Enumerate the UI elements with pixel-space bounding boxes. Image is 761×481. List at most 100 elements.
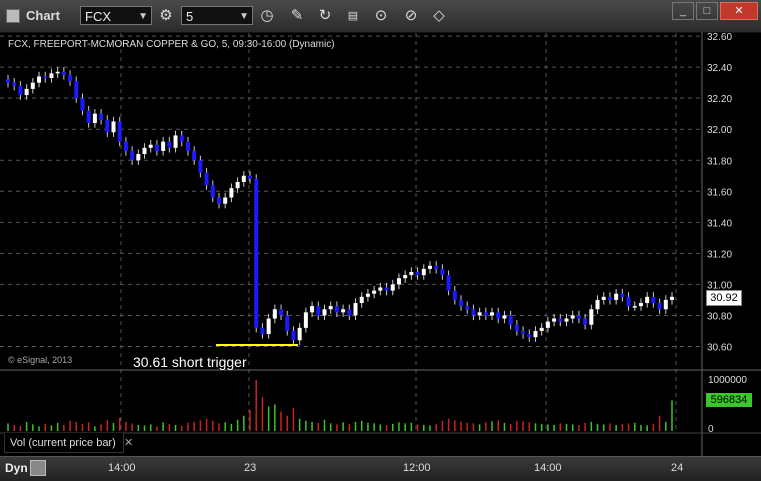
candle-body (663, 299, 668, 310)
cursor-icon[interactable]: ⊙ (370, 5, 392, 27)
candle-body (545, 321, 550, 328)
candle-body (651, 296, 656, 304)
x-tick: 23 (244, 462, 257, 474)
candle-body (607, 296, 612, 300)
candle-body (390, 284, 395, 291)
candle-body (378, 287, 383, 291)
y-tick-label: 32.40 (707, 63, 732, 74)
window-grip-icon[interactable] (6, 9, 20, 23)
y-tick-label: 31.80 (707, 156, 732, 167)
interval-value: 5 (186, 9, 194, 24)
candle-body (235, 181, 240, 189)
y-tick-label: 30.80 (707, 311, 732, 322)
candle-body (229, 188, 234, 198)
candlestick-series (6, 67, 674, 345)
candle-body (260, 327, 265, 335)
candle-body (471, 309, 476, 316)
candle-body (80, 98, 85, 111)
candle-body (303, 312, 308, 328)
candle-body (527, 334, 532, 338)
dyn-toggle-icon[interactable] (30, 460, 46, 476)
candle-body (216, 197, 221, 204)
candle-body (614, 293, 619, 300)
dyn-label: Dyn (5, 461, 28, 475)
symbol-input[interactable]: FCX ▼ (80, 6, 152, 25)
candle-body (434, 265, 439, 269)
candle-body (92, 113, 97, 124)
candle-body (254, 178, 259, 328)
study-label[interactable]: Vol (current price bar) (4, 433, 124, 453)
candle-body (552, 318, 557, 322)
candle-body (459, 299, 464, 307)
candle-body (372, 290, 377, 294)
candle-body (595, 299, 600, 310)
candle-body (440, 268, 445, 276)
candle-body (173, 135, 178, 148)
last-volume-label: 596834 (706, 393, 752, 407)
candle-body (601, 296, 606, 300)
refresh-icon[interactable]: ↻ (314, 5, 336, 27)
pencil-icon[interactable]: ✎ (286, 5, 308, 27)
y-tick-label: 31.40 (707, 218, 732, 229)
candle-body (353, 303, 358, 316)
candle-body (589, 309, 594, 325)
candle-body (123, 141, 128, 151)
candle-body (117, 121, 122, 142)
candle-body (576, 315, 581, 319)
interval-input[interactable]: 5 ▼ (181, 6, 253, 25)
candle-body (564, 318, 569, 322)
symbol-settings-icon[interactable]: ⚙ (155, 5, 177, 27)
candle-body (49, 73, 54, 79)
eraser-icon[interactable]: ◇ (428, 5, 450, 27)
candle-body (514, 324, 519, 331)
minimize-button[interactable]: _ (672, 2, 694, 20)
candle-body (204, 172, 209, 186)
candle-body (415, 271, 420, 276)
candle-body (30, 82, 35, 89)
candle-body (86, 110, 91, 124)
x-tick: 24 (671, 462, 684, 474)
volume-axis-max: 1000000 (708, 375, 747, 386)
candle-body (446, 275, 451, 291)
candle-body (167, 141, 172, 148)
candle-body (24, 88, 29, 96)
candle-body (645, 296, 650, 304)
maximize-button[interactable]: □ (696, 2, 718, 20)
close-study-icon[interactable]: ✕ (124, 436, 133, 449)
y-tick-label: 30.60 (707, 342, 732, 353)
clock-icon[interactable]: ◷ (256, 5, 278, 27)
candle-body (142, 147, 147, 155)
candle-body (452, 290, 457, 300)
candle-body (502, 315, 507, 319)
study-icon[interactable]: ▤ (342, 5, 364, 27)
close-button[interactable]: ✕ (720, 2, 758, 20)
candle-body (365, 293, 370, 297)
trigger-annotation: 30.61 short trigger (133, 354, 247, 370)
y-tick-label: 31.60 (707, 187, 732, 198)
y-tick-label: 32.20 (707, 94, 732, 105)
candle-body (477, 312, 482, 316)
candle-body (185, 141, 190, 151)
candle-body (583, 318, 588, 325)
candle-body (272, 309, 277, 319)
candle-body (533, 330, 538, 338)
candle-body (192, 150, 197, 161)
chevron-down-icon[interactable]: ▼ (138, 7, 148, 26)
candle-body (223, 197, 228, 204)
chart-grid (0, 33, 702, 433)
candle-body (130, 150, 135, 161)
candle-body (490, 312, 495, 316)
candle-body (61, 71, 66, 75)
candle-body (136, 154, 141, 161)
candle-body (322, 309, 327, 316)
price-chart[interactable]: 32.60 32.40 32.20 32.00 31.80 31.60 31.40 31.20… (0, 32, 761, 480)
candle-body (341, 309, 346, 313)
link-icon[interactable]: ⊘ (400, 5, 422, 27)
chart-header: FCX, FREEPORT-MCMORAN COPPER & GO, 5, 09… (8, 39, 335, 50)
chart-toolbar: Chart FCX ▼ ⚙ 5 ▼ ◷ ✎ ↻ ▤ ⊙ ⊘ ◇ _ □ ✕ (0, 0, 761, 33)
candle-body (638, 303, 643, 307)
candle-body (465, 306, 470, 310)
candle-body (179, 135, 184, 142)
candle-body (148, 144, 153, 148)
chevron-down-icon[interactable]: ▼ (239, 7, 249, 26)
